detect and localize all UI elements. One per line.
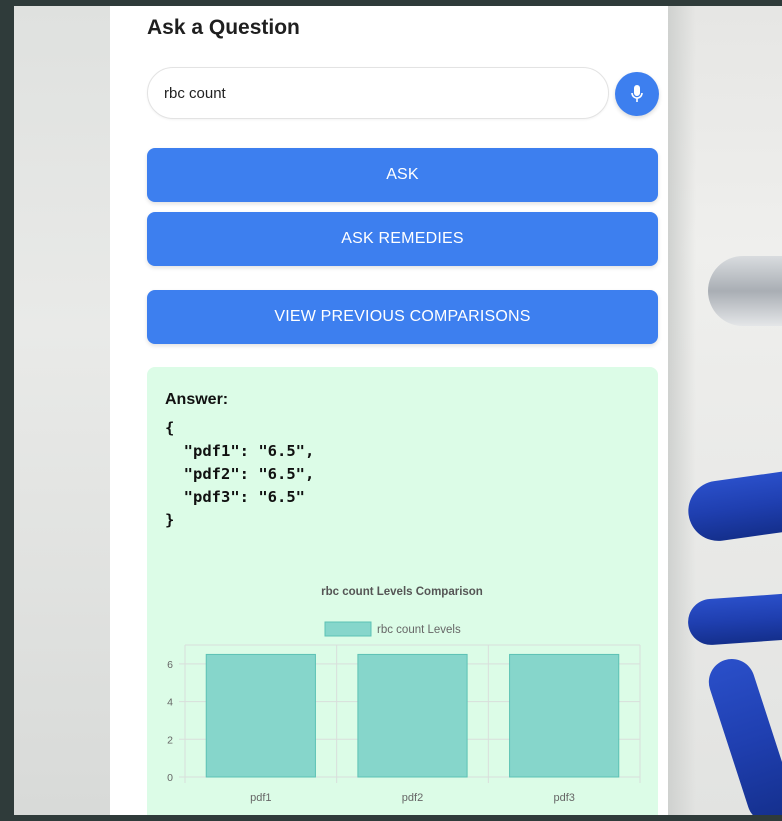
window-bottom-edge <box>0 815 782 821</box>
background-photo-right <box>668 6 782 815</box>
stethoscope-tube <box>684 467 782 545</box>
bar-pdf3[interactable] <box>509 653 620 778</box>
legend-label: rbc count Levels <box>377 624 461 636</box>
stethoscope-tube <box>702 653 782 815</box>
microphone-icon <box>631 85 643 102</box>
answer-label: Answer: <box>165 391 229 408</box>
background-photo-left <box>14 6 110 815</box>
mic-button[interactable] <box>615 72 659 116</box>
stethoscope-chestpiece <box>708 256 782 326</box>
app-screen: Ask a Question ASK ASK REMEDIES VIEW PRE… <box>0 0 782 821</box>
bar-pdf2[interactable] <box>357 653 468 778</box>
answer-json: { "pdf1": "6.5", "pdf2": "6.5", "pdf3": … <box>165 419 315 529</box>
x-tick-label: pdf3 <box>553 792 574 804</box>
ask-button[interactable]: ASK <box>147 148 658 202</box>
legend-swatch[interactable] <box>324 621 372 637</box>
chart-bars <box>205 653 620 778</box>
y-tick-label: 2 <box>167 734 173 746</box>
chart-title: rbc count Levels Comparison <box>321 586 483 598</box>
x-tick-label: pdf1 <box>250 792 271 804</box>
x-tick-label: pdf2 <box>402 792 423 804</box>
y-tick-label: 4 <box>167 697 173 709</box>
view-previous-comparisons-button[interactable]: VIEW PREVIOUS COMPARISONS <box>147 290 658 344</box>
answer-box: Answer: { "pdf1": "6.5", "pdf2": "6.5", … <box>147 367 658 821</box>
y-tick-label: 6 <box>167 659 173 671</box>
stethoscope-tube <box>686 591 782 647</box>
ask-remedies-button[interactable]: ASK REMEDIES <box>147 212 658 266</box>
page-title: Ask a Question <box>147 16 300 39</box>
question-panel: Ask a Question ASK ASK REMEDIES VIEW PRE… <box>110 0 668 821</box>
window-edge <box>0 0 14 821</box>
bar-pdf1[interactable] <box>205 653 316 778</box>
window-top-edge <box>0 0 782 6</box>
y-tick-label: 0 <box>167 772 173 784</box>
question-input[interactable] <box>147 67 609 119</box>
comparison-chart: rbc count Levels Comparison rbc count Le… <box>167 586 641 804</box>
